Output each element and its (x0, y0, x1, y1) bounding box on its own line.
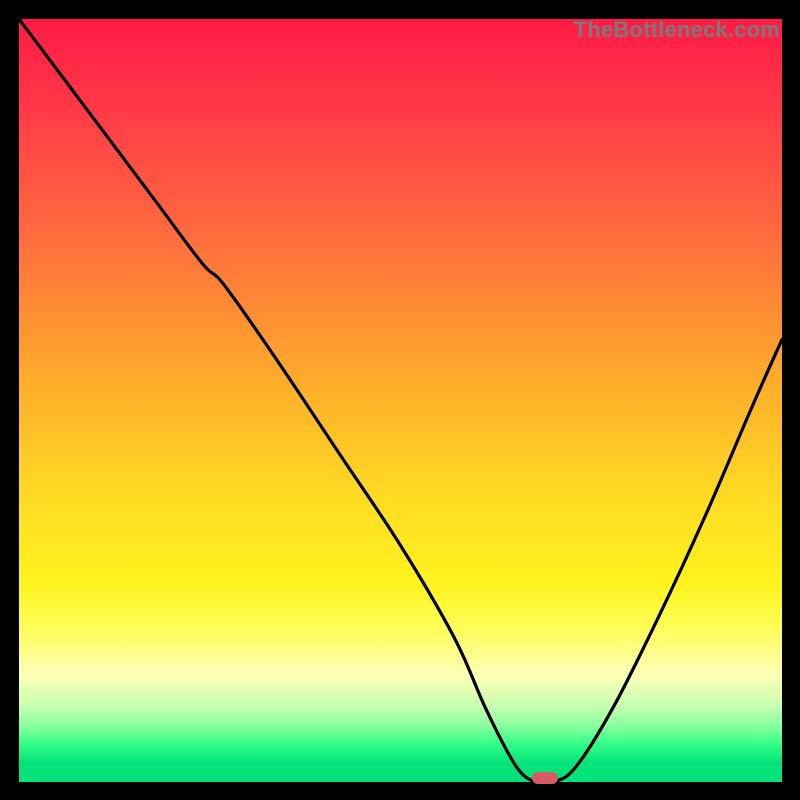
bottleneck-curve (19, 19, 782, 782)
curve-path (19, 19, 782, 782)
optimal-point-marker (532, 772, 558, 784)
chart-frame: TheBottleneck.com (19, 19, 782, 782)
